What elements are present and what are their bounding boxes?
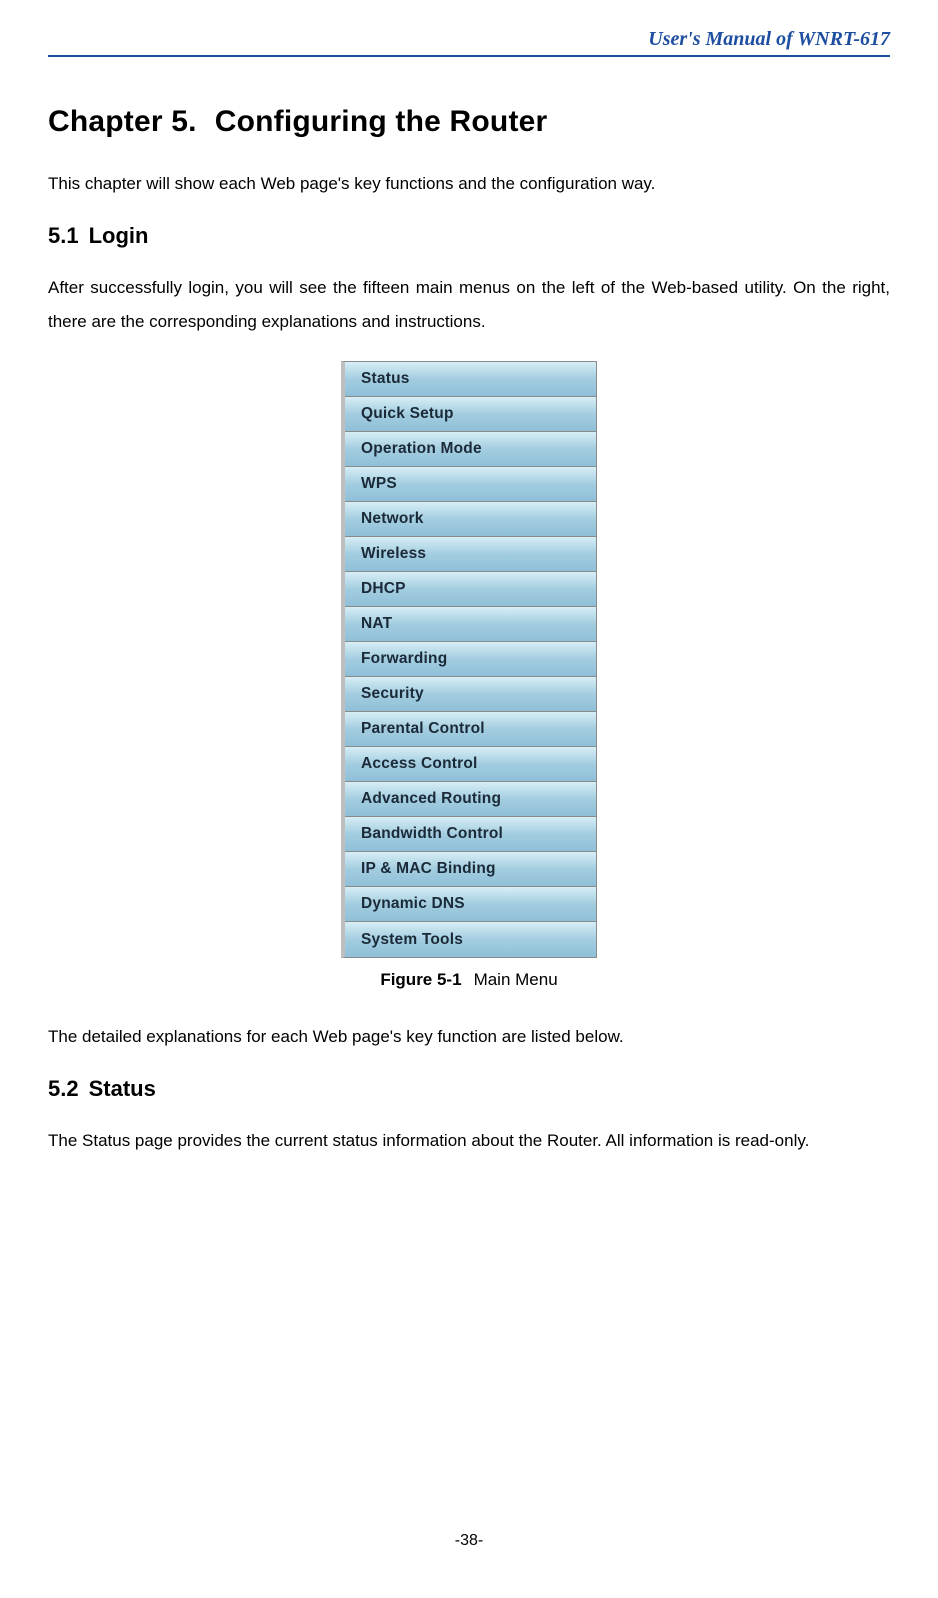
chapter-number: Chapter 5. xyxy=(48,105,197,139)
menu-item-dhcp[interactable]: DHCP xyxy=(345,572,596,607)
menu-item-label: Forwarding xyxy=(345,642,596,676)
menu-item-parental-control[interactable]: Parental Control xyxy=(345,712,596,747)
menu-item-label: IP & MAC Binding xyxy=(345,852,596,886)
menu-item-bandwidth-control[interactable]: Bandwidth Control xyxy=(345,817,596,852)
menu-item-status[interactable]: Status xyxy=(345,362,596,397)
menu-item-label: Wireless xyxy=(345,537,596,571)
page-number: -38- xyxy=(0,1532,938,1550)
chapter-heading: Chapter 5. Configuring the Router xyxy=(48,105,890,139)
page-header-title: User's Manual of WNRT-617 xyxy=(48,28,890,55)
section-login-body: After successfully login, you will see t… xyxy=(48,271,890,339)
menu-item-label: System Tools xyxy=(345,922,596,957)
menu-item-label: Operation Mode xyxy=(345,432,596,466)
menu-item-label: NAT xyxy=(345,607,596,641)
main-menu-panel: Status Quick Setup Operation Mode WPS Ne… xyxy=(341,361,597,958)
figure-caption: Figure 5-1 Main Menu xyxy=(48,970,890,990)
menu-item-label: Bandwidth Control xyxy=(345,817,596,851)
menu-item-label: Security xyxy=(345,677,596,711)
menu-item-wps[interactable]: WPS xyxy=(345,467,596,502)
menu-item-label: WPS xyxy=(345,467,596,501)
chapter-title: Configuring the Router xyxy=(215,105,548,138)
menu-item-label: Network xyxy=(345,502,596,536)
figure-caption-text: Main Menu xyxy=(474,970,558,989)
chapter-intro: This chapter will show each Web page's k… xyxy=(48,167,890,201)
menu-item-label: Advanced Routing xyxy=(345,782,596,816)
section-status-body: The Status page provides the current sta… xyxy=(48,1124,890,1158)
menu-item-operation-mode[interactable]: Operation Mode xyxy=(345,432,596,467)
menu-item-nat[interactable]: NAT xyxy=(345,607,596,642)
menu-item-forwarding[interactable]: Forwarding xyxy=(345,642,596,677)
header-divider xyxy=(48,55,890,57)
menu-item-dynamic-dns[interactable]: Dynamic DNS xyxy=(345,887,596,922)
menu-item-label: Parental Control xyxy=(345,712,596,746)
menu-item-access-control[interactable]: Access Control xyxy=(345,747,596,782)
figure-label: Figure 5-1 xyxy=(380,970,461,989)
section-status-heading: 5.2 Status xyxy=(48,1076,890,1102)
menu-item-network[interactable]: Network xyxy=(345,502,596,537)
menu-item-wireless[interactable]: Wireless xyxy=(345,537,596,572)
menu-item-label: DHCP xyxy=(345,572,596,606)
menu-item-label: Dynamic DNS xyxy=(345,887,596,921)
menu-item-label: Status xyxy=(345,362,596,396)
menu-item-advanced-routing[interactable]: Advanced Routing xyxy=(345,782,596,817)
section-status-number: 5.2 xyxy=(48,1076,79,1102)
section-login-title: Login xyxy=(89,223,149,248)
menu-item-system-tools[interactable]: System Tools xyxy=(345,922,596,957)
main-menu-figure: Status Quick Setup Operation Mode WPS Ne… xyxy=(341,361,597,958)
menu-item-ip-mac-binding[interactable]: IP & MAC Binding xyxy=(345,852,596,887)
section-login-number: 5.1 xyxy=(48,223,79,249)
menu-item-quick-setup[interactable]: Quick Setup xyxy=(345,397,596,432)
menu-item-label: Quick Setup xyxy=(345,397,596,431)
menu-item-label: Access Control xyxy=(345,747,596,781)
menu-item-security[interactable]: Security xyxy=(345,677,596,712)
section-status-title: Status xyxy=(89,1076,156,1101)
after-figure-text: The detailed explanations for each Web p… xyxy=(48,1020,890,1054)
section-login-heading: 5.1 Login xyxy=(48,223,890,249)
